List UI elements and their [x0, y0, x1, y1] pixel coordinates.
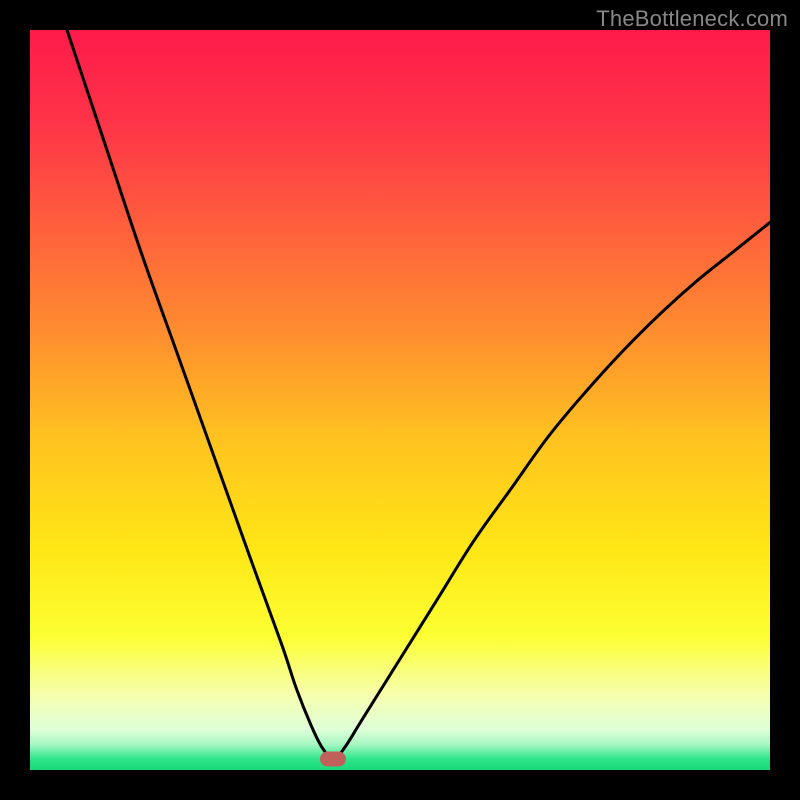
watermark-text: TheBottleneck.com — [596, 6, 788, 32]
optimal-marker — [320, 751, 346, 766]
chart-frame: TheBottleneck.com — [0, 0, 800, 800]
plot-area — [30, 30, 770, 770]
bottleneck-curve — [30, 30, 770, 770]
